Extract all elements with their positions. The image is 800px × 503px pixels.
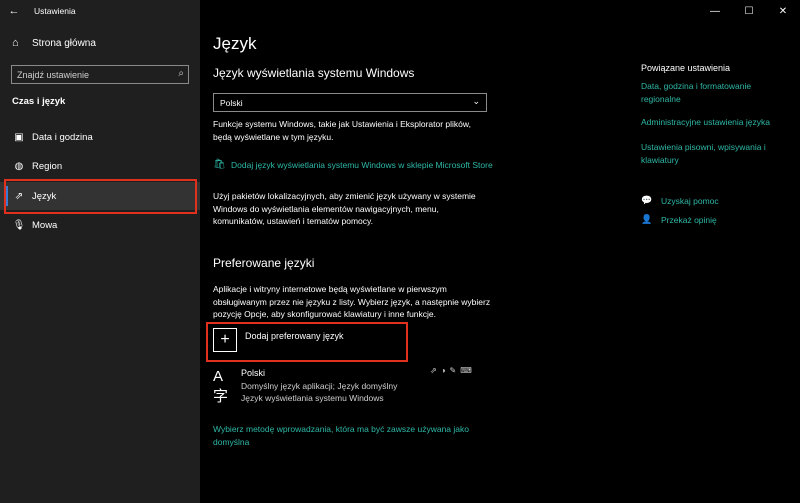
language-desc-1: Domyślny język aplikacji; Język domyślny (241, 381, 398, 391)
sidebar-item-label: Data i godzina (32, 131, 93, 143)
dropdown-value: Polski (220, 97, 243, 108)
sidebar-item-date-time[interactable]: ▣ Data i godzina (0, 123, 200, 151)
sidebar-section-title: Czas i język (12, 96, 66, 107)
handwriting-icon: ✎ (449, 366, 457, 375)
display-language-icon: ⇗ (430, 366, 437, 375)
minimize-button[interactable]: — (698, 0, 732, 22)
chevron-down-icon: ⌄ (472, 96, 480, 106)
search-box[interactable]: ⌕ (11, 65, 189, 84)
page-title: Język (213, 34, 257, 53)
display-language-description: Funkcje systemu Windows, takie jak Ustaw… (213, 119, 471, 142)
language-feature-icons: ⇗ ◑ ✎ ⌨ (430, 366, 472, 375)
related-settings-heading: Powiązane ustawienia (641, 63, 731, 73)
display-language-dropdown[interactable]: Polski ⌄ (213, 93, 487, 112)
home-label: Strona główna (32, 37, 96, 49)
display-language-heading: Język wyświetlania systemu Windows (213, 66, 415, 80)
language-info: Polski Domyślny język aplikacji; Język d… (241, 368, 397, 406)
window-controls: — ☐ ✕ (698, 0, 800, 22)
search-icon[interactable]: ⌕ (178, 68, 184, 79)
minimize-icon: — (710, 5, 720, 17)
get-help-label: Uzyskaj pomoc (661, 195, 719, 206)
highlight-box-language (4, 179, 197, 214)
input-method-link[interactable]: Wybierz metodę wprowadzania, która ma by… (213, 423, 498, 448)
store-icon: 🛍 (213, 159, 226, 170)
language-desc-2: Język wyświetlania systemu Windows (241, 393, 384, 403)
feedback-link[interactable]: 👤 Przekaż opinię (641, 214, 717, 225)
language-list-item[interactable]: A字 Polski Domyślny język aplikacji; Języ… (213, 368, 397, 406)
speech-feature-icon: ◑ (440, 366, 446, 375)
store-link-label: Dodaj język wyświetlania systemu Windows… (231, 160, 493, 170)
language-name: Polski (241, 368, 266, 378)
microphone-icon: 🎙 (12, 219, 26, 231)
sidebar-item-label: Region (32, 160, 63, 172)
related-link-spelling-keyboard[interactable]: Ustawienia pisowni, wpisywania i klawiat… (641, 141, 791, 166)
sidebar-item-label: Mowa (32, 219, 58, 231)
feedback-label: Przekaż opinię (661, 214, 717, 225)
help-chat-icon: 💬 (641, 195, 653, 205)
back-button[interactable]: ← (0, 0, 28, 22)
language-pack-description: Użyj pakietów lokalizacyjnych, aby zmien… (213, 191, 476, 226)
language-glyph-icon: A字 (213, 368, 229, 405)
title-bar: ← Ustawienia — ☐ ✕ (0, 0, 800, 22)
sidebar-item-speech[interactable]: 🎙 Mowa (0, 211, 200, 239)
maximize-icon: ☐ (744, 5, 754, 17)
keyboard-icon: ⌨ (460, 366, 472, 375)
preferred-languages-description: Aplikacje i witryny internetowe będą wyś… (213, 284, 491, 319)
home-icon: ⌂ (12, 37, 19, 49)
calendar-clock-icon: ▣ (14, 131, 24, 143)
home-link[interactable]: ⌂ Strona główna (12, 37, 96, 49)
related-link-date-time-format[interactable]: Data, godzina i formatowanie regionalne (641, 80, 791, 105)
highlight-box-add-language (206, 322, 408, 362)
back-arrow-icon: ← (8, 5, 20, 17)
app-title: Ustawienia (34, 6, 76, 16)
sidebar-item-region[interactable]: ◍ Region (0, 152, 200, 180)
related-link-admin-language[interactable]: Administracyjne ustawienia języka (641, 116, 791, 129)
get-help-link[interactable]: 💬 Uzyskaj pomoc (641, 195, 719, 206)
preferred-languages-heading: Preferowane języki (213, 256, 315, 270)
store-link[interactable]: 🛍 Dodaj język wyświetlania systemu Windo… (213, 159, 503, 172)
feedback-icon: 👤 (641, 214, 653, 224)
maximize-button[interactable]: ☐ (732, 0, 766, 22)
globe-region-icon: ◍ (14, 160, 24, 172)
close-icon: ✕ (778, 5, 788, 17)
close-button[interactable]: ✕ (766, 0, 800, 22)
search-input[interactable] (17, 69, 167, 80)
